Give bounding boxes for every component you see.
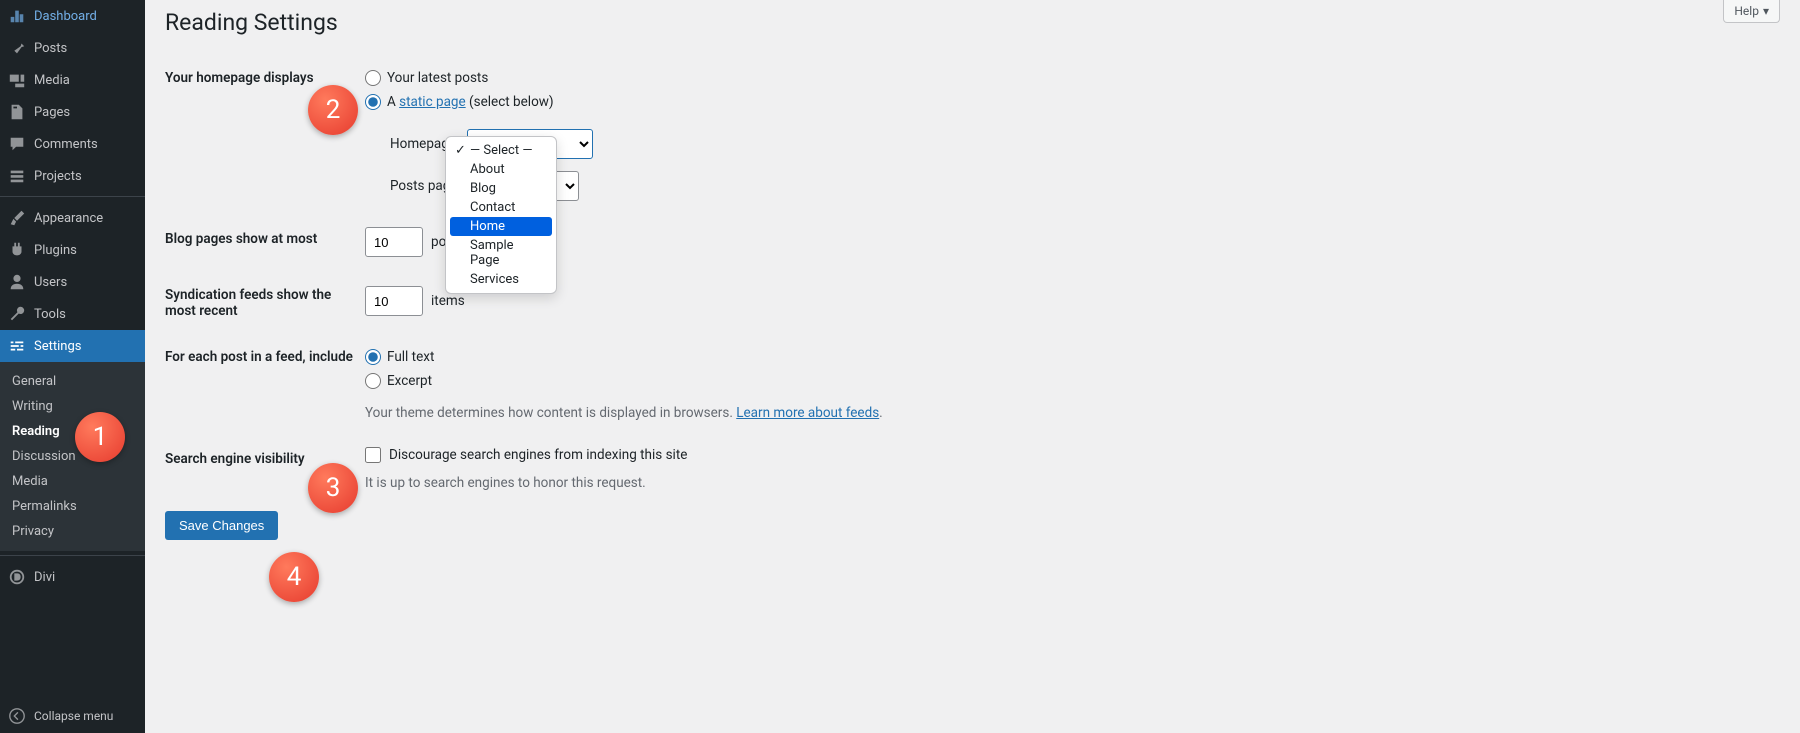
sidebar-item-plugins[interactable]: Plugins — [0, 234, 145, 266]
sidebar-item-tools[interactable]: Tools — [0, 298, 145, 330]
collapse-icon — [8, 707, 26, 725]
select-option[interactable]: About — [450, 160, 552, 179]
select-option[interactable]: Services — [450, 270, 552, 289]
submenu-general[interactable]: General — [0, 369, 145, 394]
sidebar-label: Dashboard — [34, 9, 97, 24]
help-button[interactable]: Help ▾ — [1723, 0, 1780, 23]
sidebar-label: Settings — [34, 339, 81, 354]
radio-excerpt-input[interactable] — [365, 373, 381, 389]
syndication-label: Syndication feeds show the most recent — [165, 277, 365, 319]
pages-icon — [8, 103, 26, 121]
sidebar-label: Plugins — [34, 243, 77, 258]
radio-excerpt[interactable]: Excerpt — [365, 369, 1780, 393]
radio-latest-posts[interactable]: Your latest posts — [365, 66, 1780, 90]
dashboard-icon — [8, 7, 26, 25]
select-option[interactable]: Blog — [450, 179, 552, 198]
radio-static-suffix: (select below) — [466, 94, 554, 110]
collapse-label: Collapse menu — [34, 709, 113, 723]
submenu-privacy[interactable]: Privacy — [0, 519, 145, 544]
radio-latest-label: Your latest posts — [387, 70, 488, 86]
sidebar-label: Media — [34, 73, 70, 88]
page-title: Reading Settings — [165, 0, 1780, 40]
sidebar-item-projects[interactable]: Projects — [0, 160, 145, 192]
learn-more-feeds-link[interactable]: Learn more about feeds — [736, 405, 879, 421]
brush-icon — [8, 209, 26, 227]
homepage-select-popup: — Select — About Blog Contact Home Sampl… — [445, 136, 557, 294]
sidebar-label: Appearance — [34, 211, 103, 226]
sidebar-item-divi[interactable]: Divi — [0, 561, 145, 593]
syndication-suffix: items — [431, 293, 465, 309]
sidebar-label: Divi — [34, 570, 55, 585]
radio-full-label: Full text — [387, 349, 434, 365]
sidebar-item-pages[interactable]: Pages — [0, 96, 145, 128]
sidebar-item-settings[interactable]: Settings — [0, 330, 145, 362]
discourage-checkbox-row[interactable]: Discourage search engines from indexing … — [365, 447, 1780, 463]
radio-latest-input[interactable] — [365, 70, 381, 86]
feed-format-label: For each post in a feed, include — [165, 339, 365, 421]
submenu-reading[interactable]: Reading — [0, 419, 145, 444]
pin-icon — [8, 39, 26, 57]
content-area: Help ▾ Reading Settings Your homepage di… — [145, 0, 1800, 733]
submenu-writing[interactable]: Writing — [0, 394, 145, 419]
save-changes-button[interactable]: Save Changes — [165, 511, 278, 540]
submenu-permalinks[interactable]: Permalinks — [0, 494, 145, 519]
sidebar-item-posts[interactable]: Posts — [0, 32, 145, 64]
user-icon — [8, 273, 26, 291]
discourage-checkbox[interactable] — [365, 447, 381, 463]
radio-static-page[interactable]: A static page (select below) — [365, 90, 1780, 114]
select-option[interactable]: Contact — [450, 198, 552, 217]
sidebar-label: Tools — [34, 307, 66, 322]
admin-sidebar: Dashboard Posts Media Pages Comments Pro… — [0, 0, 145, 733]
feed-note-suffix: . — [879, 405, 883, 421]
radio-excerpt-label: Excerpt — [387, 373, 432, 389]
divi-icon — [8, 568, 26, 586]
radio-static-input[interactable] — [365, 94, 381, 110]
media-icon — [8, 71, 26, 89]
submenu-discussion[interactable]: Discussion — [0, 444, 145, 469]
select-option[interactable]: Home — [450, 217, 552, 236]
static-page-link[interactable]: static page — [399, 94, 466, 110]
help-label: Help — [1734, 4, 1759, 18]
homepage-displays-label: Your homepage displays — [165, 60, 365, 201]
sidebar-item-comments[interactable]: Comments — [0, 128, 145, 160]
feed-note-prefix: Your theme determines how content is dis… — [365, 405, 736, 421]
sidebar-label: Projects — [34, 169, 82, 184]
radio-full-input[interactable] — [365, 349, 381, 365]
submenu-media[interactable]: Media — [0, 469, 145, 494]
search-engine-note: It is up to search engines to honor this… — [365, 475, 1780, 491]
sidebar-label: Posts — [34, 41, 67, 56]
radio-full-text[interactable]: Full text — [365, 345, 1780, 369]
menu-separator — [0, 192, 145, 197]
menu-separator — [0, 551, 145, 556]
search-engine-label: Search engine visibility — [165, 441, 365, 491]
blog-pages-label: Blog pages show at most — [165, 221, 365, 257]
sidebar-label: Users — [34, 275, 67, 290]
radio-static-prefix: A — [387, 94, 399, 110]
plug-icon — [8, 241, 26, 259]
sidebar-item-media[interactable]: Media — [0, 64, 145, 96]
syndication-input[interactable] — [365, 286, 423, 316]
collapse-menu[interactable]: Collapse menu — [0, 699, 145, 733]
comments-icon — [8, 135, 26, 153]
sidebar-item-appearance[interactable]: Appearance — [0, 202, 145, 234]
blog-pages-input[interactable] — [365, 227, 423, 257]
select-option[interactable]: — Select — — [450, 141, 552, 160]
sidebar-label: Comments — [34, 137, 98, 152]
sidebar-item-dashboard[interactable]: Dashboard — [0, 0, 145, 32]
projects-icon — [8, 167, 26, 185]
sliders-icon — [8, 337, 26, 355]
sidebar-item-users[interactable]: Users — [0, 266, 145, 298]
wrench-icon — [8, 305, 26, 323]
sidebar-label: Pages — [34, 105, 70, 120]
select-option[interactable]: Sample Page — [450, 236, 552, 270]
discourage-label: Discourage search engines from indexing … — [389, 447, 687, 463]
settings-submenu: General Writing Reading Discussion Media… — [0, 362, 145, 551]
chevron-down-icon: ▾ — [1763, 4, 1769, 18]
